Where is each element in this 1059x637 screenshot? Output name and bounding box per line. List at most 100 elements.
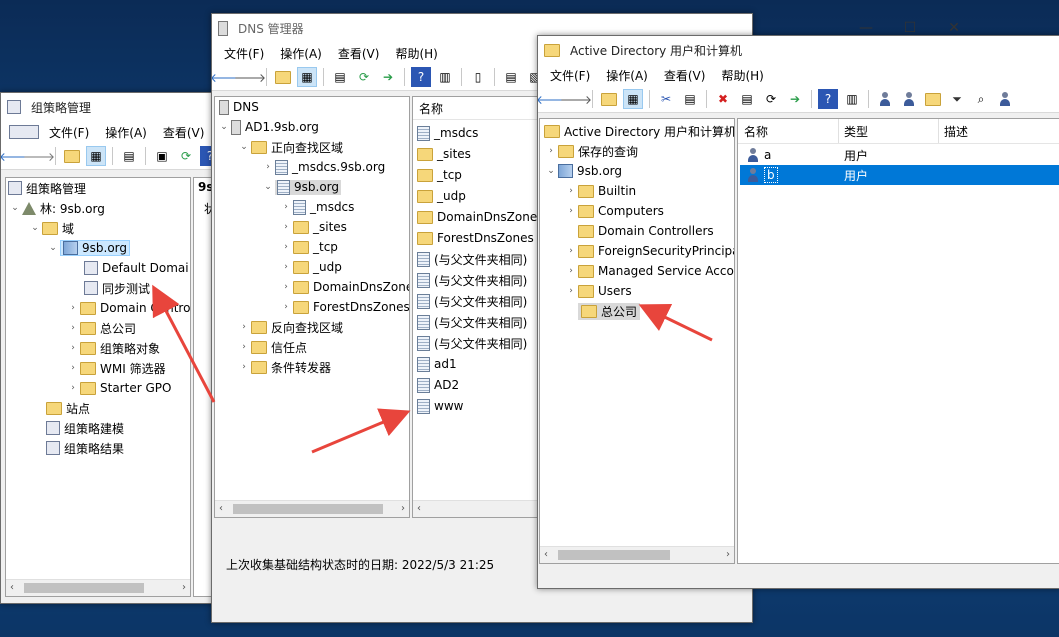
refresh-icon[interactable]: ⟳ <box>761 89 781 109</box>
collapse-arrow-icon[interactable]: › <box>66 363 80 373</box>
server-icon[interactable]: ▯ <box>468 67 488 87</box>
show-tree-icon[interactable]: ▦ <box>297 67 317 87</box>
list-item[interactable]: _udp <box>417 186 466 206</box>
refresh-icon[interactable]: ⟳ <box>176 146 196 166</box>
tree-item-server[interactable]: ⌄ AD1.9sb.org <box>217 117 319 137</box>
table-row-selected[interactable]: b 用户 <box>740 165 1059 185</box>
properties-icon[interactable]: ▤ <box>119 146 139 166</box>
show-tree-icon[interactable]: ▦ <box>86 146 106 166</box>
list-item[interactable]: ad1 <box>417 354 457 374</box>
collapse-arrow-icon[interactable]: › <box>279 262 293 272</box>
tree-item-domaindnszones[interactable]: › DomainDnsZone <box>279 277 409 297</box>
tree-item-sites[interactable]: › _sites <box>279 217 347 237</box>
column-description[interactable]: 描述 <box>944 123 968 140</box>
tree-item-gp-results[interactable]: 组策略结果 <box>46 438 124 458</box>
console-view-icon[interactable]: ▥ <box>842 89 862 109</box>
collapse-arrow-icon[interactable]: › <box>279 202 293 212</box>
tree-item-9sb-domain[interactable]: ⌄ 9sb.org <box>46 238 130 258</box>
collapse-arrow-icon[interactable]: › <box>544 146 558 156</box>
console-view-icon[interactable]: ▥ <box>435 67 455 87</box>
properties-icon[interactable]: ▤ <box>330 67 350 87</box>
new-user-icon[interactable] <box>875 89 895 109</box>
menu-help[interactable]: 帮助(H) <box>387 45 445 62</box>
tree-item-head-office[interactable]: › 总公司 <box>66 318 136 338</box>
tree-item-msdcs[interactable]: › _msdcs <box>279 197 354 217</box>
collapse-arrow-icon[interactable]: › <box>564 246 578 256</box>
menu-action[interactable]: 操作(A) <box>598 67 656 84</box>
collapse-arrow-icon[interactable]: › <box>66 323 80 333</box>
expand-arrow-icon[interactable]: ⌄ <box>261 182 275 192</box>
refresh-icon[interactable]: ⟳ <box>354 67 374 87</box>
forward-icon[interactable]: 🡒 <box>560 89 592 109</box>
expand-arrow-icon[interactable]: ⌄ <box>217 122 231 132</box>
menu-action[interactable]: 操作(A) <box>97 124 155 141</box>
new-group-icon[interactable] <box>899 89 919 109</box>
collapse-arrow-icon[interactable]: › <box>261 162 275 172</box>
forward-icon[interactable]: 🡒 <box>23 146 55 166</box>
list-item[interactable]: AD2 <box>417 375 459 395</box>
filter-icon[interactable]: ⏷ <box>947 89 967 109</box>
menu-action[interactable]: 操作(A) <box>272 45 330 62</box>
collapse-arrow-icon[interactable]: › <box>237 362 251 372</box>
add-to-group-icon[interactable] <box>995 89 1015 109</box>
collapse-arrow-icon[interactable]: › <box>564 206 578 216</box>
tree-item-forestdnszones[interactable]: › ForestDnsZones <box>279 297 409 317</box>
tree-item-reverse-zones[interactable]: › 反向查找区域 <box>237 317 343 337</box>
tree-item-sync-test[interactable]: 同步测试 <box>84 278 150 298</box>
list-item[interactable]: www <box>417 396 463 416</box>
table-row[interactable]: a 用户 <box>746 145 1059 165</box>
collapse-arrow-icon[interactable]: › <box>564 266 578 276</box>
show-tree-icon[interactable]: ▦ <box>623 89 643 109</box>
column-type[interactable]: 类型 <box>844 123 868 140</box>
column-name[interactable]: 名称 <box>744 123 768 140</box>
collapse-arrow-icon[interactable]: › <box>66 303 80 313</box>
list-item[interactable]: (与父文件夹相同) <box>417 291 527 311</box>
export-icon[interactable]: ▣ <box>152 146 172 166</box>
list-item[interactable]: _tcp <box>417 165 462 185</box>
maximize-icon[interactable]: ☐ <box>888 14 932 42</box>
minimize-icon[interactable]: — <box>844 14 888 42</box>
delete-icon[interactable]: ✖ <box>713 89 733 109</box>
collapse-arrow-icon[interactable]: › <box>237 322 251 332</box>
list-item[interactable]: (与父文件夹相同) <box>417 333 527 353</box>
menu-file[interactable]: 文件(F) <box>542 67 598 84</box>
tree-item-head-office[interactable]: 总公司 <box>578 301 641 321</box>
tree-item-starter-gpo[interactable]: › Starter GPO <box>66 378 171 398</box>
tree-item-9sb-zone[interactable]: ⌄ 9sb.org <box>261 177 341 197</box>
list-icon[interactable]: ▤ <box>501 67 521 87</box>
gpm-titlebar[interactable]: 组策略管理 <box>1 93 221 121</box>
tree-item-trust-points[interactable]: › 信任点 <box>237 337 307 357</box>
expand-arrow-icon[interactable]: ⌄ <box>28 223 42 233</box>
close-icon[interactable]: ✕ <box>932 14 976 42</box>
properties-icon[interactable]: ▤ <box>737 89 757 109</box>
tree-item-sites[interactable]: 站点 <box>46 398 90 418</box>
aduc-tree-hscroll[interactable]: ‹ › <box>540 546 734 563</box>
console-icon[interactable] <box>9 125 39 139</box>
tree-item-foreign-security-principals[interactable]: › ForeignSecurityPrincipa <box>564 241 734 261</box>
list-item[interactable]: _sites <box>417 144 471 164</box>
column-name[interactable]: 名称 <box>419 100 443 117</box>
expand-arrow-icon[interactable]: ⌄ <box>544 166 558 176</box>
expand-arrow-icon[interactable]: ⌄ <box>46 243 60 253</box>
collapse-arrow-icon[interactable]: › <box>66 383 80 393</box>
menu-view[interactable]: 查看(V) <box>656 67 714 84</box>
help-icon[interactable]: ? <box>411 67 431 87</box>
expand-arrow-icon[interactable]: ⌄ <box>8 203 22 213</box>
tree-item-saved-queries[interactable]: › 保存的查询 <box>544 141 638 161</box>
tree-item-conditional-forwarders[interactable]: › 条件转发器 <box>237 357 331 377</box>
export-icon[interactable]: ➔ <box>378 67 398 87</box>
menu-view[interactable]: 查看(V) <box>330 45 388 62</box>
tree-item-forward-zones[interactable]: ⌄ 正向查找区域 <box>237 137 343 157</box>
tree-item-managed-service-accounts[interactable]: › Managed Service Acco <box>564 261 734 281</box>
collapse-arrow-icon[interactable]: › <box>237 342 251 352</box>
expand-arrow-icon[interactable]: ⌄ <box>237 142 251 152</box>
collapse-arrow-icon[interactable]: › <box>279 222 293 232</box>
menu-file[interactable]: 文件(F) <box>41 124 97 141</box>
copy-icon[interactable]: ▤ <box>680 89 700 109</box>
new-ou-icon[interactable] <box>923 89 943 109</box>
collapse-arrow-icon[interactable]: › <box>66 343 80 353</box>
tree-item-aduc-root[interactable]: Active Directory 用户和计算机 <box>544 121 734 141</box>
export-icon[interactable]: ➔ <box>785 89 805 109</box>
find-icon[interactable]: ⌕ <box>971 89 991 109</box>
menu-file[interactable]: 文件(F) <box>216 45 272 62</box>
